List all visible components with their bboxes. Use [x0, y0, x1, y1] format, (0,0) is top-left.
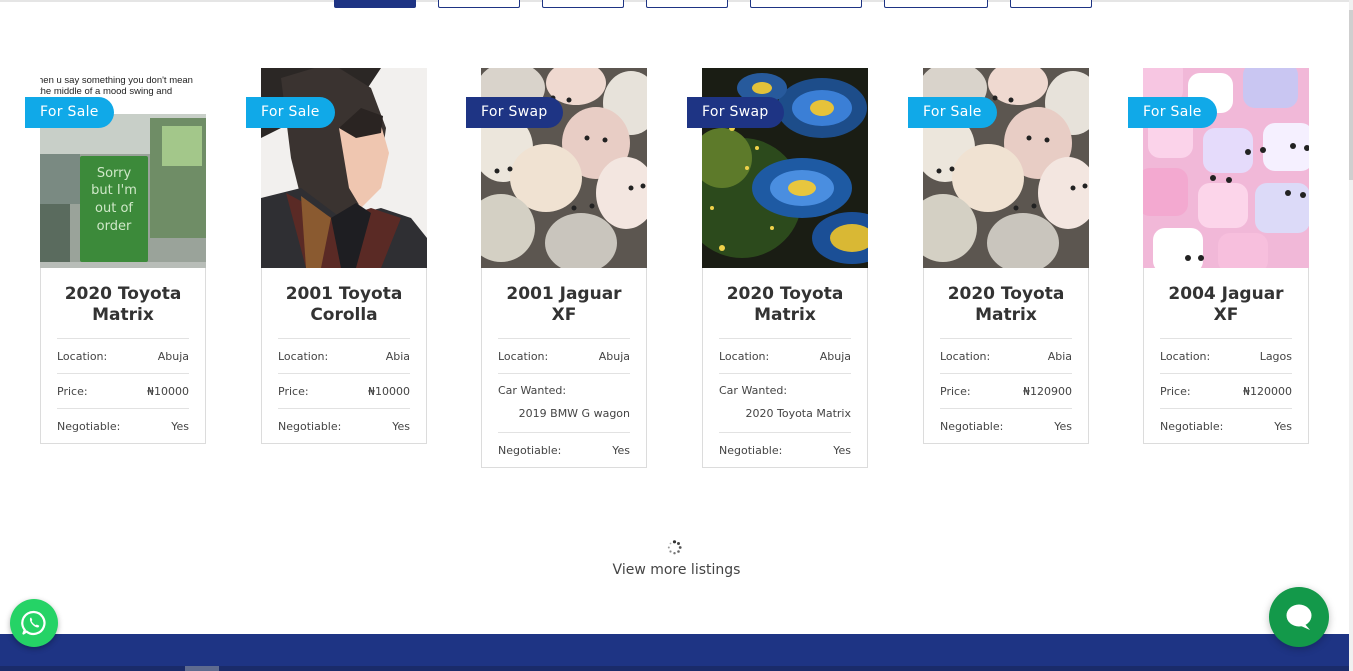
location-value: Abuja: [819, 349, 851, 363]
location-row: Location: Abuja: [719, 338, 851, 373]
price-row: Price: ₦10000: [278, 373, 410, 408]
spinner-icon: [667, 540, 682, 555]
listing-title[interactable]: 2020 Toyota Matrix: [57, 284, 189, 338]
car-wanted-label: Car Wanted:: [498, 384, 567, 397]
filter-tab[interactable]: [542, 0, 624, 8]
filter-tab[interactable]: [1010, 0, 1092, 8]
location-value: Abuja: [157, 349, 189, 363]
negotiable-row: Negotiable: Yes: [1160, 408, 1292, 443]
location-value: Abia: [1047, 349, 1072, 363]
negotiable-label: Negotiable:: [57, 419, 121, 433]
negotiable-label: Negotiable:: [498, 443, 562, 457]
location-label: Location:: [498, 349, 549, 363]
listing-title[interactable]: 2001 Toyota Corolla: [278, 284, 410, 338]
listing-badge: For Sale: [1128, 97, 1217, 128]
location-label: Location:: [719, 349, 770, 363]
filter-tab[interactable]: [884, 0, 988, 8]
price-row: Price: ₦120000: [1160, 373, 1292, 408]
filter-tab[interactable]: [646, 0, 728, 8]
location-value: Abuja: [598, 349, 630, 363]
negotiable-value: Yes: [171, 419, 189, 433]
svg-text:but I'm: but I'm: [91, 183, 137, 198]
negotiable-label: Negotiable:: [1160, 419, 1224, 433]
svg-text:Sorry: Sorry: [97, 166, 132, 181]
car-wanted-label: Car Wanted:: [719, 384, 788, 397]
negotiable-row: Negotiable: Yes: [719, 432, 851, 467]
negotiable-row: Negotiable: Yes: [278, 408, 410, 443]
whatsapp-button[interactable]: [10, 599, 58, 647]
price-value: ₦120900: [1023, 384, 1072, 398]
listing-title[interactable]: 2001 Jaguar XF: [498, 284, 630, 338]
negotiable-row: Negotiable: Yes: [498, 432, 630, 467]
photo-caption-line: the middle of a mood swing and: [40, 86, 172, 97]
price-label: Price:: [278, 384, 309, 398]
negotiable-value: Yes: [1054, 419, 1072, 433]
filter-tab[interactable]: [438, 0, 520, 8]
location-row: Location: Abia: [278, 338, 410, 373]
listing-title[interactable]: 2004 Jaguar XF: [1160, 284, 1292, 338]
location-row: Location: Lagos: [1160, 338, 1292, 373]
price-row: Price: ₦120900: [940, 373, 1072, 408]
listing-badge: For Sale: [246, 97, 335, 128]
price-value: ₦120000: [1243, 384, 1292, 398]
car-wanted-value: 2020 Toyota Matrix: [745, 407, 852, 420]
negotiable-value: Yes: [392, 419, 410, 433]
chat-bubble-icon: [1286, 604, 1312, 630]
filter-tab-all[interactable]: [334, 0, 416, 8]
listing-badge: For Swap: [687, 97, 784, 128]
listing-badge: For Swap: [466, 97, 563, 128]
price-value: ₦10000: [368, 384, 410, 398]
negotiable-label: Negotiable:: [719, 443, 783, 457]
price-label: Price:: [1160, 384, 1191, 398]
listing-badge: For Sale: [908, 97, 997, 128]
negotiable-value: Yes: [612, 443, 630, 457]
negotiable-value: Yes: [833, 443, 851, 457]
listing-title[interactable]: 2020 Toyota Matrix: [940, 284, 1072, 338]
negotiable-row: Negotiable: Yes: [57, 408, 189, 443]
view-more-listings-link[interactable]: View more listings: [0, 562, 1353, 578]
photo-caption-line: hen u say something you don't mean: [40, 75, 193, 86]
svg-text:out of: out of: [95, 201, 133, 216]
location-label: Location:: [940, 349, 991, 363]
scrollbar-thumb[interactable]: [1349, 10, 1353, 180]
location-label: Location:: [1160, 349, 1211, 363]
location-row: Location: Abuja: [498, 338, 630, 373]
car-wanted-row: Car Wanted: 2020 Toyota Matrix: [719, 373, 851, 432]
whatsapp-icon: [21, 610, 46, 636]
negotiable-label: Negotiable:: [278, 419, 342, 433]
price-row: Price: ₦10000: [57, 373, 189, 408]
location-row: Location: Abia: [940, 338, 1072, 373]
location-label: Location:: [278, 349, 329, 363]
chat-button[interactable]: [1269, 587, 1329, 647]
listing-title[interactable]: 2020 Toyota Matrix: [719, 284, 851, 338]
svg-text:order: order: [97, 219, 132, 234]
footer-tab[interactable]: [185, 666, 219, 671]
footer: [0, 634, 1349, 671]
listing-badge: For Sale: [25, 97, 114, 128]
negotiable-row: Negotiable: Yes: [940, 408, 1072, 443]
location-value: Lagos: [1259, 349, 1292, 363]
listing-card[interactable]: 2001 Jaguar XF Location: Abuja Car Wanted…: [481, 68, 647, 468]
filter-tab[interactable]: [750, 0, 862, 8]
car-wanted-value: 2019 BMW G wagon: [518, 407, 630, 420]
location-label: Location:: [57, 349, 108, 363]
negotiable-value: Yes: [1274, 419, 1292, 433]
location-value: Abia: [385, 349, 410, 363]
location-row: Location: Abuja: [57, 338, 189, 373]
car-wanted-row: Car Wanted: 2019 BMW G wagon: [498, 373, 630, 432]
negotiable-label: Negotiable:: [940, 419, 1004, 433]
price-label: Price:: [940, 384, 971, 398]
listing-card[interactable]: 2020 Toyota Matrix Location: Abuja Car Wa…: [702, 68, 868, 468]
price-value: ₦10000: [147, 384, 189, 398]
price-label: Price:: [57, 384, 88, 398]
